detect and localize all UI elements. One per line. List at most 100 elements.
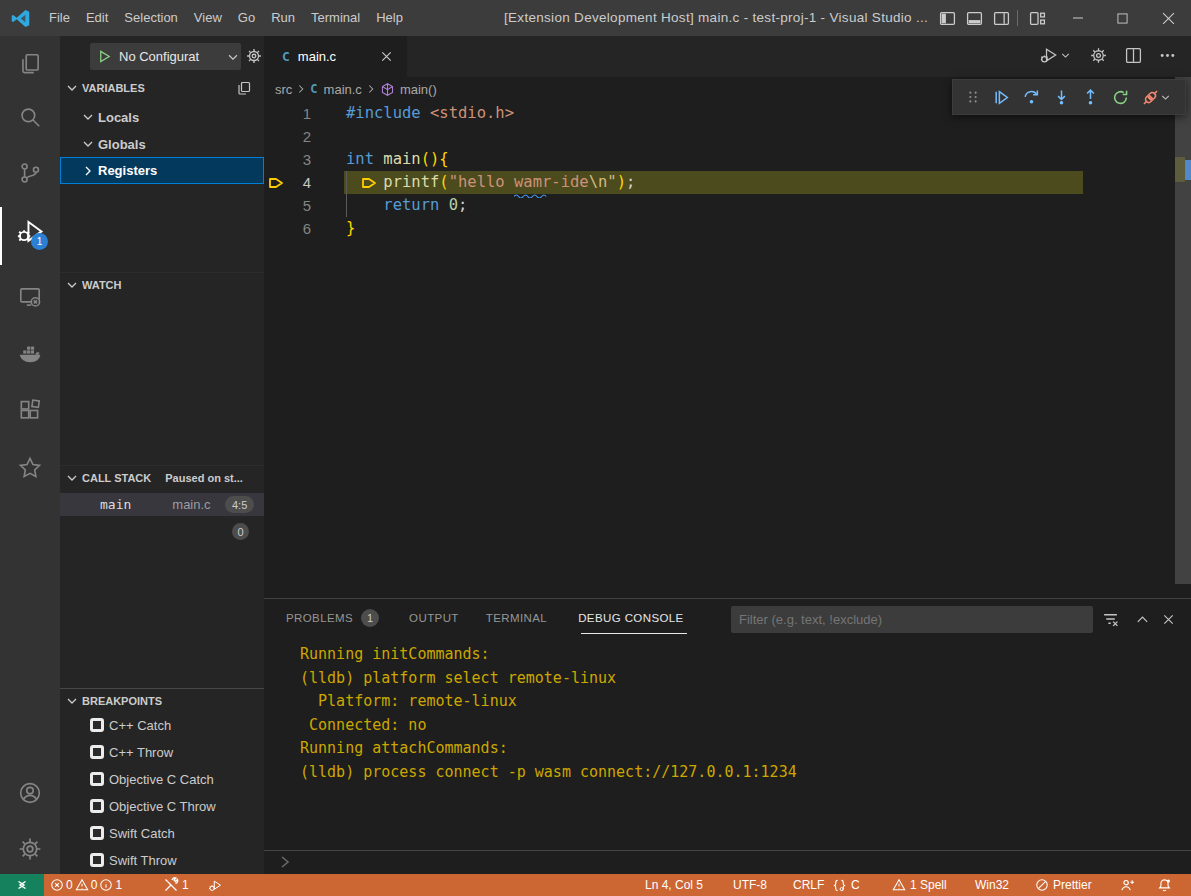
line-number: 3	[264, 148, 311, 171]
breadcrumb-src[interactable]: src	[275, 82, 292, 97]
toolbar-grip[interactable]	[966, 90, 980, 104]
step-out-icon[interactable]	[1082, 89, 1099, 106]
variables-item-globals[interactable]: Globals	[60, 133, 264, 155]
source-control-icon[interactable]	[0, 149, 60, 197]
variables-item-registers[interactable]: Registers	[60, 157, 264, 184]
call-stack-frame-row[interactable]: main main.c 4:5	[60, 493, 264, 516]
remote-explorer-icon[interactable]	[0, 273, 60, 321]
start-debug-icon[interactable]	[97, 49, 112, 64]
formatter-status[interactable]: Prettier	[1030, 874, 1097, 896]
ports-status[interactable]: 1	[158, 874, 194, 896]
symbol-method-icon	[380, 82, 395, 97]
code-token: "hello	[449, 173, 514, 191]
breakpoint-row[interactable]: C++ Catch	[60, 712, 264, 738]
menu-terminal[interactable]: Terminal	[303, 0, 368, 36]
breakpoint-row[interactable]: C++ Throw	[60, 739, 264, 765]
variables-section-header[interactable]: VARIABLES	[60, 77, 264, 99]
checkbox[interactable]	[90, 745, 104, 759]
split-editor-icon[interactable]	[1125, 47, 1142, 64]
menu-view[interactable]: View	[186, 0, 230, 36]
tab-main-c[interactable]: C main.c	[264, 36, 407, 77]
more-actions-icon[interactable]	[1159, 47, 1176, 64]
account-icon[interactable]	[0, 769, 60, 817]
tab-terminal[interactable]: TERMINAL	[486, 612, 547, 624]
feedback-icon[interactable]	[1115, 874, 1140, 896]
close-panel-icon[interactable]	[1161, 612, 1176, 627]
explorer-icon[interactable]	[0, 40, 60, 88]
breadcrumb-file[interactable]: main.c	[324, 82, 362, 97]
star-icon[interactable]	[0, 444, 60, 492]
run-or-debug-icon[interactable]	[1039, 45, 1072, 65]
console-input[interactable]	[298, 852, 1178, 872]
console-filter-input[interactable]	[731, 606, 1093, 633]
docker-icon[interactable]	[0, 329, 60, 377]
language-status[interactable]: C	[827, 874, 865, 896]
breakpoint-row[interactable]: Objective C Throw	[60, 793, 264, 819]
tab-debug-console[interactable]: DEBUG CONSOLE	[578, 612, 684, 624]
debug-toolbar	[952, 79, 1186, 115]
checkbox[interactable]	[90, 799, 104, 813]
spell-status[interactable]: 1 Spell	[887, 874, 952, 896]
continue-icon[interactable]	[993, 89, 1010, 106]
checkbox[interactable]	[90, 826, 104, 840]
menu-selection[interactable]: Selection	[116, 0, 185, 36]
chevron-down-icon	[1059, 49, 1072, 62]
breakpoints-section-header[interactable]: BREAKPOINTS	[60, 690, 264, 712]
menu-help[interactable]: Help	[368, 0, 411, 36]
debug-config-dropdown[interactable]: No Configurat	[90, 43, 241, 70]
tab-problems[interactable]: PROBLEMS	[286, 612, 353, 624]
remote-indicator[interactable]	[0, 874, 44, 896]
code-editor[interactable]: 1 2 3 4 5 6 #include <stdio.h> int main(…	[264, 101, 1175, 598]
extensions-icon[interactable]	[0, 387, 60, 435]
checkbox[interactable]	[90, 772, 104, 786]
step-over-icon[interactable]	[1023, 89, 1040, 106]
copy-icon[interactable]	[236, 80, 252, 96]
encoding-status[interactable]: UTF-8	[728, 874, 772, 896]
chevron-down-icon	[64, 277, 80, 293]
line-col-status[interactable]: Ln 4, Col 5	[640, 874, 708, 896]
close-tab-icon[interactable]	[379, 49, 394, 64]
filter-icon[interactable]	[1102, 611, 1119, 628]
editor-scrollbar[interactable]	[1175, 77, 1191, 584]
breakpoint-row[interactable]: Swift Throw	[60, 847, 264, 873]
menu-file[interactable]: File	[41, 0, 78, 36]
platform-status[interactable]: Win32	[970, 874, 1014, 896]
breakpoint-row[interactable]: Objective C Catch	[60, 766, 264, 792]
panel-tabs: PROBLEMS 1 OUTPUT TERMINAL DEBUG CONSOLE	[286, 609, 684, 627]
breakpoint-row[interactable]: Swift Catch	[60, 820, 264, 846]
debug-badge: 1	[31, 233, 48, 250]
editor-settings-gear-icon[interactable]	[1089, 46, 1108, 65]
section-divider	[60, 272, 264, 273]
error-count: 0	[66, 878, 73, 892]
debug-status-icon[interactable]	[203, 874, 228, 896]
notifications-bell-icon[interactable]	[1152, 874, 1177, 896]
breadcrumb-symbol[interactable]: main()	[400, 82, 437, 97]
line-number: 2	[264, 125, 311, 148]
customize-layout-icon[interactable]	[1017, 0, 1057, 36]
eol-status[interactable]: CRLF	[788, 874, 829, 896]
checkbox[interactable]	[90, 718, 104, 732]
minimize-button[interactable]	[1056, 0, 1100, 36]
chevron-right-icon	[294, 82, 308, 96]
toggle-secondary-sidebar-icon[interactable]	[981, 0, 1021, 36]
disconnect-icon[interactable]	[1142, 89, 1172, 106]
checkbox[interactable]	[90, 853, 104, 867]
run-debug-icon[interactable]	[0, 207, 60, 255]
close-window-button[interactable]	[1146, 0, 1191, 36]
call-stack-section-header[interactable]: CALL STACK Paused on st...	[60, 467, 264, 489]
settings-gear-icon[interactable]	[0, 825, 60, 873]
menu-go[interactable]: Go	[230, 0, 263, 36]
tab-output[interactable]: OUTPUT	[409, 612, 459, 624]
menu-run[interactable]: Run	[263, 0, 303, 36]
watch-section-header[interactable]: WATCH	[60, 274, 264, 296]
problems-status[interactable]: 0 0 1	[45, 874, 127, 896]
maximize-button[interactable]	[1100, 0, 1144, 36]
restart-icon[interactable]	[1112, 89, 1129, 106]
menu-edit[interactable]: Edit	[78, 0, 116, 36]
collapse-panel-icon[interactable]	[1135, 612, 1150, 627]
step-into-icon[interactable]	[1053, 89, 1070, 106]
search-icon[interactable]	[0, 93, 60, 141]
ruler-cursor-marker	[1185, 160, 1191, 180]
debug-gear-icon[interactable]	[245, 47, 263, 65]
variables-item-locals[interactable]: Locals	[60, 106, 264, 128]
